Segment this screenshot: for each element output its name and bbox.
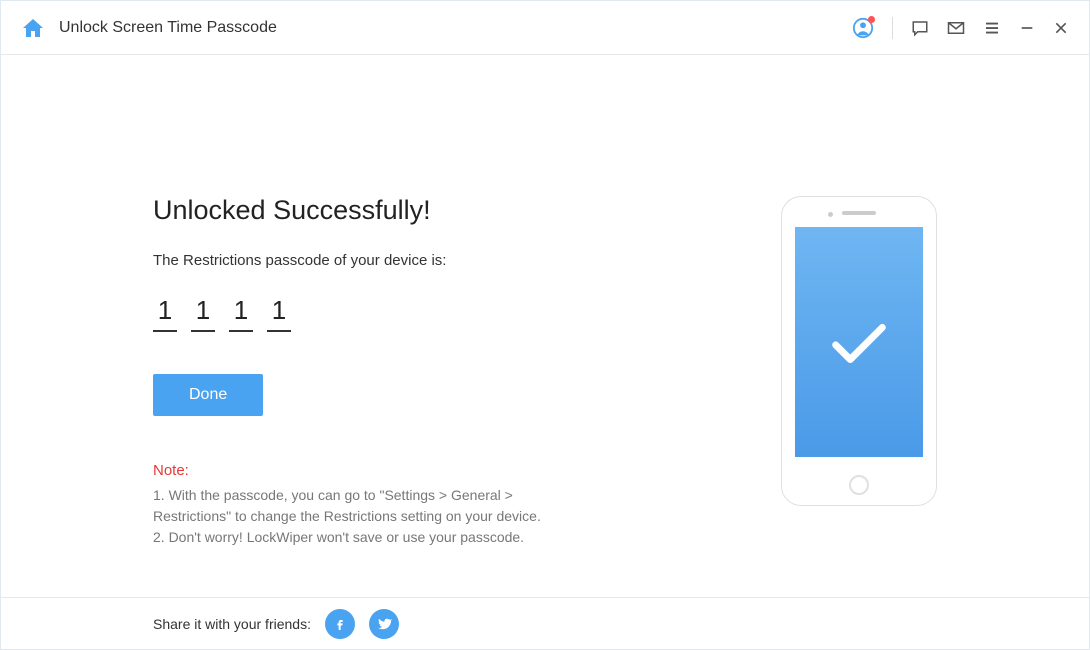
checkmark-icon <box>824 307 894 377</box>
titlebar: Unlock Screen Time Passcode <box>1 1 1089 55</box>
separator <box>892 17 893 39</box>
passcode-digit: 1 <box>153 295 177 332</box>
note-label: Note: <box>153 462 669 479</box>
notification-dot <box>868 16 875 23</box>
minimize-icon[interactable] <box>1019 20 1035 36</box>
titlebar-left: Unlock Screen Time Passcode <box>21 16 277 40</box>
user-account-icon[interactable] <box>852 17 874 39</box>
mail-icon[interactable] <box>947 19 965 37</box>
passcode-digit: 1 <box>267 295 291 332</box>
titlebar-right <box>852 17 1069 39</box>
phone-speaker <box>842 211 876 215</box>
footer: Share it with your friends: <box>1 597 1089 650</box>
phone-camera <box>828 212 833 217</box>
phone-screen <box>795 227 923 457</box>
passcode-digit: 1 <box>229 295 253 332</box>
note-item: 1. With the passcode, you can go to "Set… <box>153 485 573 527</box>
result-panel: Unlocked Successfully! The Restrictions … <box>41 55 669 597</box>
content: Unlocked Successfully! The Restrictions … <box>1 55 1089 597</box>
phone-home-button <box>849 475 869 495</box>
facebook-share-icon[interactable] <box>325 609 355 639</box>
close-icon[interactable] <box>1053 20 1069 36</box>
phone-illustration <box>781 196 937 506</box>
done-button[interactable]: Done <box>153 374 263 416</box>
page-title: Unlock Screen Time Passcode <box>59 19 277 37</box>
menu-icon[interactable] <box>983 19 1001 37</box>
note-item: 2. Don't worry! LockWiper won't save or … <box>153 527 573 548</box>
passcode-digit: 1 <box>191 295 215 332</box>
headline: Unlocked Successfully! <box>153 195 669 226</box>
share-label: Share it with your friends: <box>153 616 311 632</box>
twitter-share-icon[interactable] <box>369 609 399 639</box>
home-icon[interactable] <box>21 16 45 40</box>
illustration-panel <box>669 55 1049 597</box>
passcode-display: 1 1 1 1 <box>153 295 669 332</box>
passcode-description: The Restrictions passcode of your device… <box>153 252 669 269</box>
chat-icon[interactable] <box>911 19 929 37</box>
